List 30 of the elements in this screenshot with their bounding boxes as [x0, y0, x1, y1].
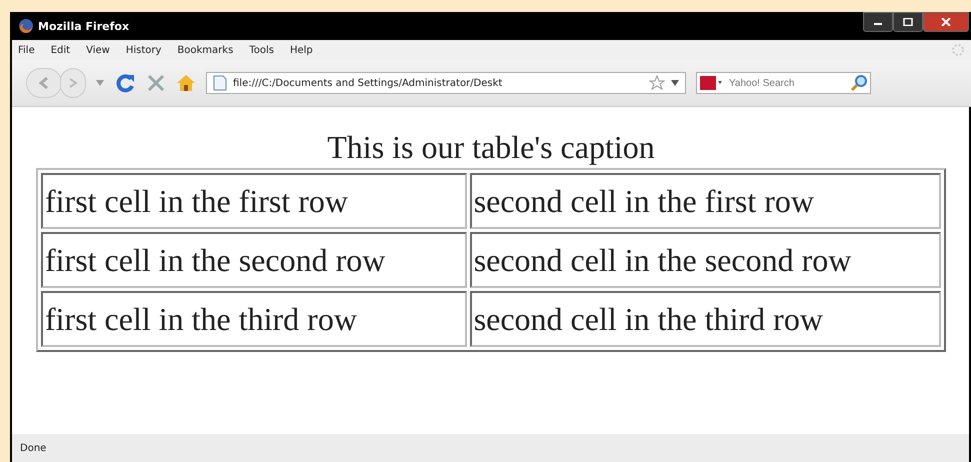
- address-bar[interactable]: file:///C:/Documents and Settings/Administrator/Deskt: [206, 72, 686, 94]
- table-cell: first cell in the second row: [41, 232, 467, 288]
- dropdown-caret-icon: [96, 80, 104, 86]
- menu-item[interactable]: Edit: [50, 44, 70, 56]
- status-text: Done: [20, 442, 46, 454]
- menu-item[interactable]: File: [18, 44, 35, 56]
- table-caption: This is our table's caption: [326, 129, 656, 167]
- reload-icon[interactable]: [114, 72, 136, 94]
- menu-item[interactable]: Tools: [249, 44, 274, 56]
- menu-item[interactable]: Help: [290, 44, 313, 56]
- table-cell: second cell in the third row: [470, 291, 941, 347]
- minimize-button[interactable]: [863, 12, 893, 32]
- page-icon: [213, 75, 227, 91]
- url-text: file:///C:/Documents and Settings/Administrator/Deskt: [233, 78, 504, 88]
- table-cell: second cell in the second row: [470, 232, 941, 288]
- table-cell: first cell in the first row: [41, 173, 467, 229]
- menu-item[interactable]: View: [86, 44, 110, 56]
- home-icon[interactable]: [176, 73, 196, 93]
- maximize-icon: [903, 18, 913, 26]
- table-cell: second cell in the first row: [470, 173, 941, 229]
- menu-item[interactable]: History: [126, 44, 162, 56]
- star-icon[interactable]: [649, 75, 665, 91]
- table-cell: first cell in the third row: [41, 291, 467, 347]
- maximize-button[interactable]: [893, 12, 923, 32]
- close-button[interactable]: [923, 12, 969, 32]
- menu-item[interactable]: Bookmarks: [177, 44, 234, 56]
- close-icon: [941, 18, 951, 26]
- window-title: Mozilla Firefox: [38, 20, 130, 32]
- throbber-icon: [951, 43, 965, 57]
- dropdown-caret-icon[interactable]: [671, 80, 679, 86]
